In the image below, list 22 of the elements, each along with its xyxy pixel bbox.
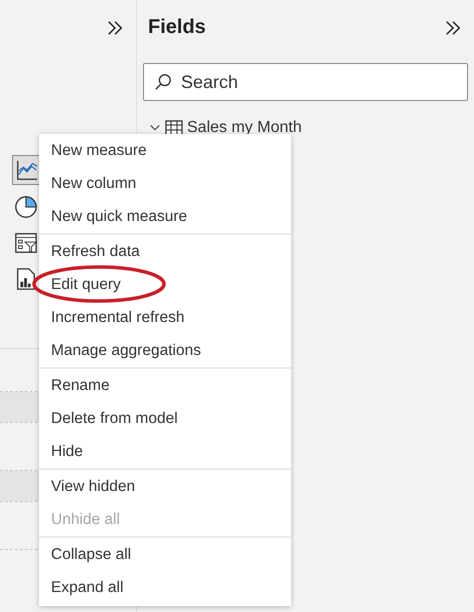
- menu-item[interactable]: Incremental refresh: [39, 301, 291, 334]
- collapse-chevrons-icon[interactable]: [444, 18, 462, 36]
- menu-item[interactable]: New column: [39, 167, 291, 200]
- line-chart-icon[interactable]: [12, 155, 42, 185]
- menu-item[interactable]: New quick measure: [39, 200, 291, 233]
- menu-item[interactable]: New measure: [39, 134, 291, 167]
- menu-item: Unhide all: [50, 510, 121, 530]
- menu-item[interactable]: View hidden: [39, 470, 291, 503]
- menu-item[interactable]: Rename: [39, 369, 291, 402]
- expand-chevrons-icon[interactable]: [106, 18, 124, 36]
- menu-item[interactable]: Delete from model: [39, 402, 291, 435]
- menu-item[interactable]: Expand all: [39, 571, 291, 604]
- menu-item[interactable]: Manage aggregations: [39, 334, 291, 367]
- menu-item[interactable]: Collapse all: [39, 538, 291, 571]
- pie-chart-icon[interactable]: [12, 193, 40, 221]
- search-field[interactable]: Search: [143, 63, 468, 101]
- menu-item[interactable]: Edit query: [39, 268, 291, 301]
- pane-title: Fields: [148, 16, 206, 39]
- menu-item[interactable]: Refresh data: [39, 235, 291, 268]
- search-icon: [154, 73, 172, 91]
- table-name[interactable]: Sales my Month: [187, 119, 302, 137]
- menu-item[interactable]: Hide: [39, 435, 291, 468]
